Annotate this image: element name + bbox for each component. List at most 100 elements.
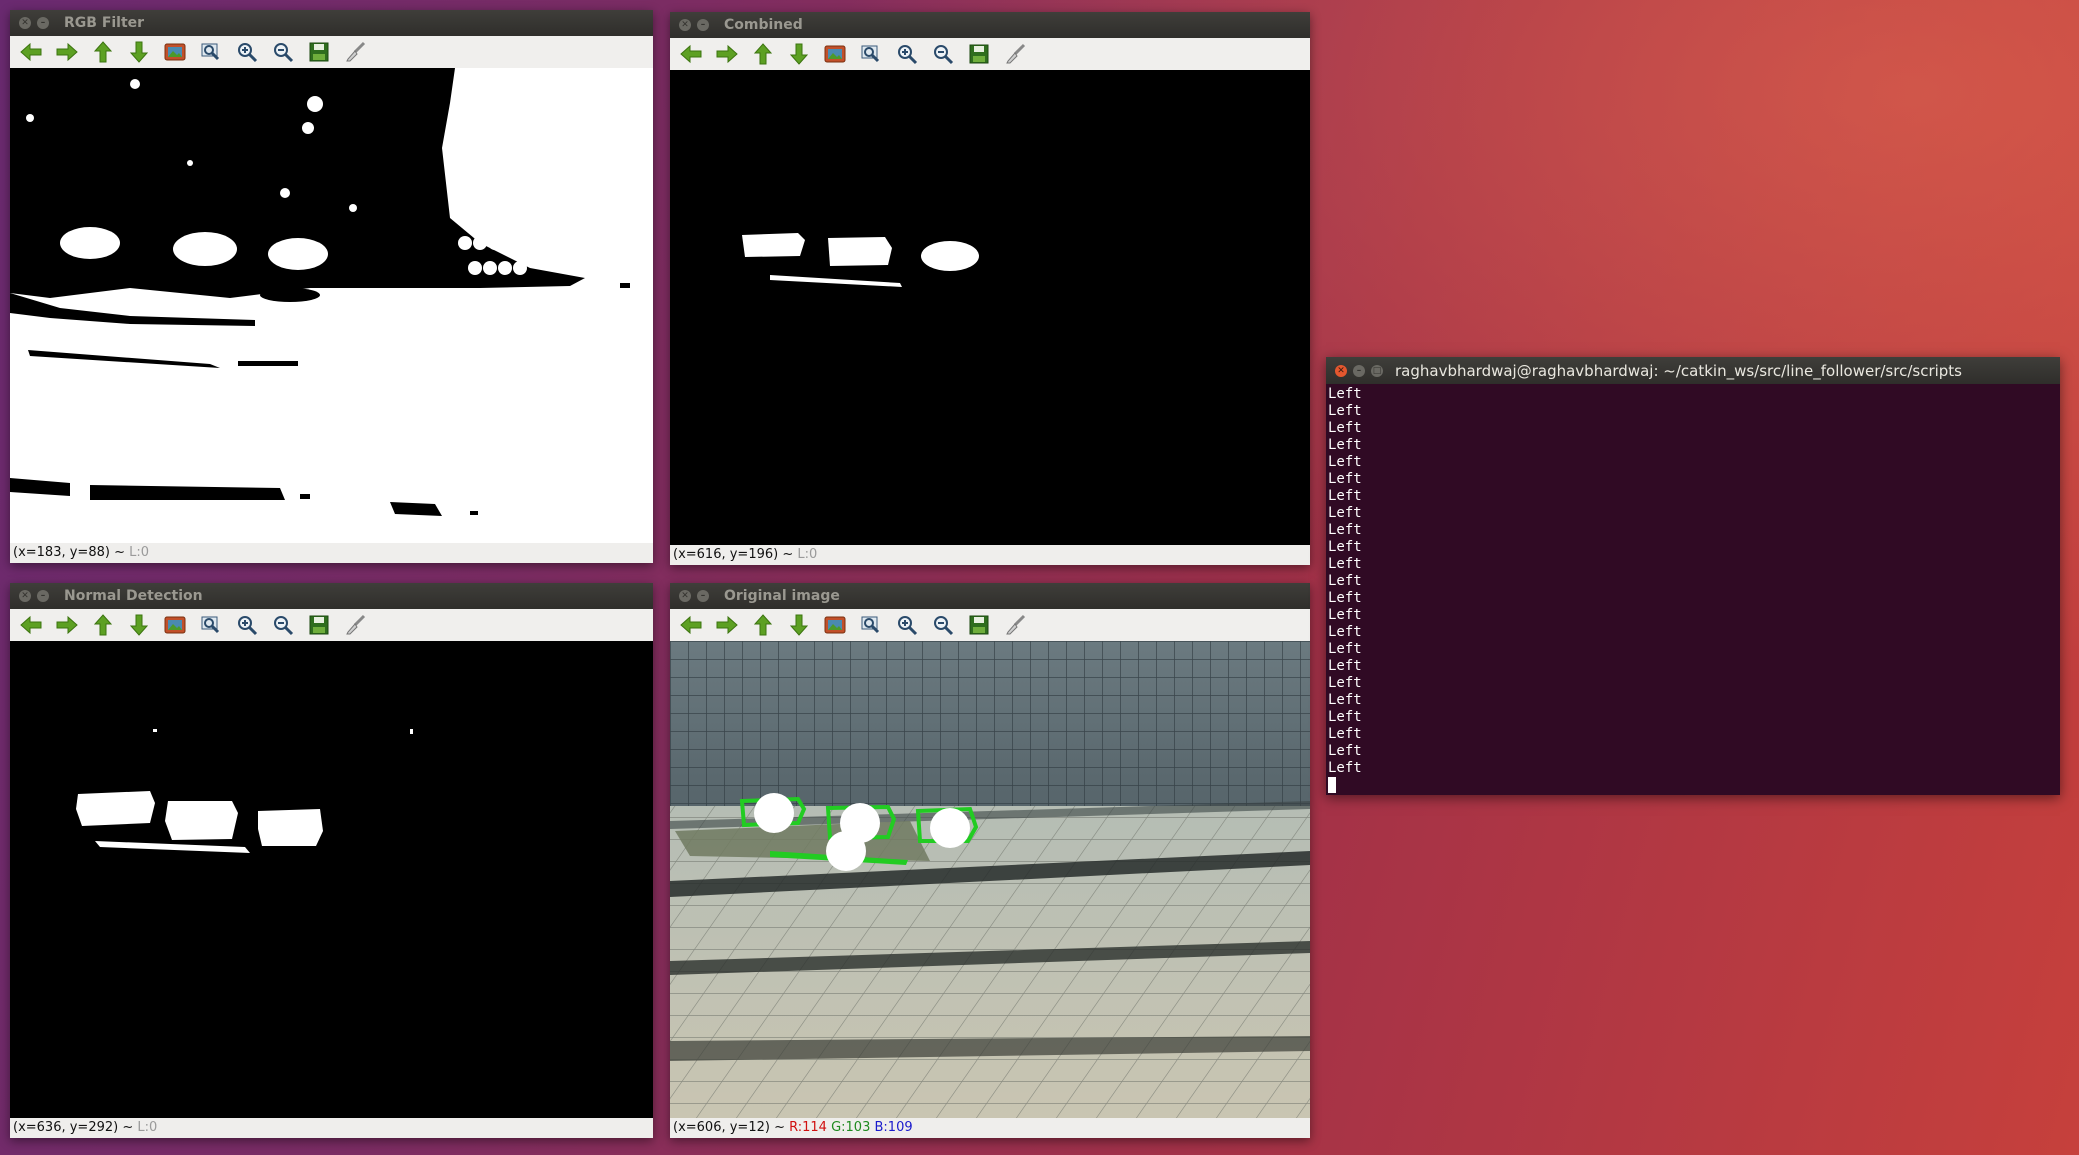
terminal-line: Left [1328, 403, 1362, 419]
desktop: { "windows": { "rgb_filter": { "title": … [0, 0, 2079, 1155]
window-title: Combined [724, 17, 803, 33]
image-view[interactable] [10, 68, 653, 543]
minimize-icon[interactable]: – [37, 17, 49, 29]
zoom-fit-icon[interactable] [198, 612, 224, 638]
terminal-line: Left [1328, 420, 1362, 436]
maximize-icon[interactable]: □ [1371, 364, 1383, 377]
terminal-line: Left [1328, 488, 1362, 504]
toolbar [10, 609, 653, 641]
image-icon[interactable] [162, 612, 188, 638]
minimize-icon[interactable]: – [1353, 364, 1365, 377]
terminal-line: Left [1328, 556, 1362, 572]
save-icon[interactable] [966, 41, 992, 67]
statusbar: (x=183, y=88) ~ L:0 [10, 543, 653, 563]
window-title: RGB Filter [64, 15, 145, 31]
combined-mask [742, 233, 979, 287]
zoom-fit-icon[interactable] [858, 41, 884, 67]
toolbar [670, 609, 1310, 641]
arrow-right-icon[interactable] [714, 612, 740, 638]
status-blue-value: B:109 [874, 1120, 913, 1135]
arrow-up-icon[interactable] [90, 612, 116, 638]
status-red-value: R:114 [789, 1120, 827, 1135]
window-combined[interactable]: ✕ – Combined (x=616, y=196) ~ L:0 [670, 12, 1310, 565]
arrow-down-icon[interactable] [126, 39, 152, 65]
image-icon[interactable] [822, 612, 848, 638]
minimize-icon[interactable]: – [697, 19, 709, 31]
titlebar[interactable]: ✕ – Combined [670, 12, 1310, 38]
toolbar [670, 38, 1310, 70]
terminal-line: Left [1328, 675, 1362, 691]
terminal-line: Left [1328, 743, 1362, 759]
titlebar[interactable]: ✕ – Original image [670, 583, 1310, 609]
image-view[interactable] [10, 641, 653, 1118]
terminal-line: Left [1328, 624, 1362, 640]
save-icon[interactable] [306, 612, 332, 638]
statusbar: (x=606, y=12) ~ R:114 G:103 B:109 [670, 1118, 1310, 1138]
titlebar[interactable]: ✕ – RGB Filter [10, 10, 653, 36]
arrow-down-icon[interactable] [786, 41, 812, 67]
terminal-line: Left [1328, 471, 1362, 487]
close-icon[interactable]: ✕ [19, 17, 31, 29]
terminal-line: Left [1328, 573, 1362, 589]
terminal-titlebar[interactable]: ✕ – □ raghavbhardwaj@raghavbhardwaj: ~/c… [1326, 357, 2060, 384]
arrow-up-icon[interactable] [90, 39, 116, 65]
arrow-right-icon[interactable] [54, 39, 80, 65]
arrow-up-icon[interactable] [750, 612, 776, 638]
status-extra: L:0 [797, 547, 818, 562]
zoom-out-icon[interactable] [270, 39, 296, 65]
arrow-left-icon[interactable] [18, 612, 44, 638]
zoom-out-icon[interactable] [930, 612, 956, 638]
statusbar: (x=616, y=196) ~ L:0 [670, 545, 1310, 565]
zoom-fit-icon[interactable] [198, 39, 224, 65]
image-icon[interactable] [162, 39, 188, 65]
terminal-line: Left [1328, 760, 1362, 776]
window-rgb-filter[interactable]: ✕ – RGB Filter (x=183, y=88) ~ L:0 [10, 10, 653, 563]
zoom-in-icon[interactable] [894, 612, 920, 638]
window-original-image[interactable]: ✕ – Original image (x=606, y=12) ~ R:114… [670, 583, 1310, 1138]
toolbar [10, 36, 653, 68]
rgb-filter-mask [10, 68, 653, 516]
zoom-in-icon[interactable] [234, 612, 260, 638]
minimize-icon[interactable]: – [697, 590, 709, 602]
statusbar: (x=636, y=292) ~ L:0 [10, 1118, 653, 1138]
brush-icon[interactable] [1002, 612, 1028, 638]
minimize-icon[interactable]: – [37, 590, 49, 602]
zoom-fit-icon[interactable] [858, 612, 884, 638]
arrow-down-icon[interactable] [126, 612, 152, 638]
image-view[interactable] [670, 641, 1310, 1118]
zoom-in-icon[interactable] [894, 41, 920, 67]
brush-icon[interactable] [342, 612, 368, 638]
arrow-up-icon[interactable] [750, 41, 776, 67]
arrow-down-icon[interactable] [786, 612, 812, 638]
zoom-out-icon[interactable] [270, 612, 296, 638]
zoom-in-icon[interactable] [234, 39, 260, 65]
arrow-left-icon[interactable] [678, 41, 704, 67]
terminal-output[interactable]: Left Left Left Left Left Left Left Left Left Left… [1326, 384, 2060, 798]
terminal-line: Left [1328, 709, 1362, 725]
image-icon[interactable] [822, 41, 848, 67]
close-icon[interactable]: ✕ [679, 590, 691, 602]
window-normal-detection[interactable]: ✕ – Normal Detection (x=636, y=292) ~ L:0 [10, 583, 653, 1138]
terminal-window[interactable]: ✕ – □ raghavbhardwaj@raghavbhardwaj: ~/c… [1326, 357, 2060, 795]
arrow-left-icon[interactable] [18, 39, 44, 65]
status-coords: (x=606, y=12) ~ [673, 1120, 785, 1135]
image-view[interactable] [670, 70, 1310, 545]
close-icon[interactable]: ✕ [679, 19, 691, 31]
arrow-right-icon[interactable] [54, 612, 80, 638]
status-extra: L:0 [137, 1120, 158, 1135]
brush-icon[interactable] [342, 39, 368, 65]
status-extra: L:0 [129, 545, 150, 560]
arrow-right-icon[interactable] [714, 41, 740, 67]
terminal-line: Left [1328, 539, 1362, 555]
titlebar[interactable]: ✕ – Normal Detection [10, 583, 653, 609]
save-icon[interactable] [306, 39, 332, 65]
save-icon[interactable] [966, 612, 992, 638]
original-camera-image [670, 641, 1310, 1118]
close-icon[interactable]: ✕ [1335, 364, 1347, 377]
terminal-line: Left [1328, 726, 1362, 742]
terminal-line: Left [1328, 522, 1362, 538]
brush-icon[interactable] [1002, 41, 1028, 67]
arrow-left-icon[interactable] [678, 612, 704, 638]
zoom-out-icon[interactable] [930, 41, 956, 67]
close-icon[interactable]: ✕ [19, 590, 31, 602]
